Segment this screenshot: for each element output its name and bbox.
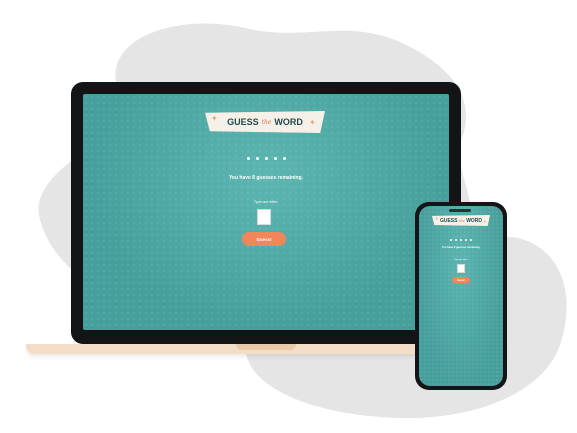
sparkle-icon: ✦	[211, 114, 218, 123]
word-slot	[273, 157, 277, 160]
laptop-notch	[236, 344, 296, 350]
phone-game-view: GUESS the WORD ✦ ✦ You have 8 guesses re…	[419, 206, 503, 386]
word-slot	[282, 157, 286, 160]
guesses-remaining-message: You have 8 guesses remaining.	[441, 246, 481, 249]
phone-speaker	[449, 209, 471, 212]
laptop-screen: GUESS the WORD ✦ ✦ You have 8 guesses re…	[83, 94, 449, 330]
word-slot	[450, 239, 452, 241]
letter-input[interactable]	[257, 209, 271, 225]
game-logo: GUESS the WORD	[432, 215, 490, 226]
word-slots	[419, 239, 503, 241]
sparkle-icon: ✦	[435, 216, 439, 221]
word-slot	[455, 239, 457, 241]
letter-input-label: Type one letter:	[253, 200, 279, 204]
game-logo: GUESS the WORD	[205, 111, 325, 133]
logo-text-guess: GUESS	[227, 117, 259, 127]
guess-button[interactable]: Guess!	[242, 232, 286, 246]
laptop-game-view: GUESS the WORD ✦ ✦ You have 8 guesses re…	[83, 94, 449, 330]
letter-input-label: Type one letter:	[454, 259, 468, 261]
sparkle-icon: ✦	[309, 118, 316, 127]
word-slots	[83, 157, 449, 160]
word-slot	[465, 239, 467, 241]
sparkle-icon: ✦	[483, 219, 487, 224]
guesses-remaining-message: You have 8 guesses remaining.	[228, 175, 304, 181]
logo-text-the: the	[261, 118, 272, 126]
word-slot	[470, 239, 472, 241]
logo-text-the: the	[458, 218, 465, 223]
phone-screen: GUESS the WORD ✦ ✦ You have 8 guesses re…	[419, 206, 503, 386]
word-slot	[246, 157, 250, 160]
letter-input[interactable]	[457, 264, 465, 273]
word-slot	[255, 157, 259, 160]
logo-text-word: WORD	[274, 117, 303, 127]
word-slot	[460, 239, 462, 241]
guess-button[interactable]: Guess!	[452, 277, 470, 283]
logo-text-guess: GUESS	[439, 217, 458, 224]
word-slot	[264, 157, 268, 160]
logo-text-word: WORD	[466, 217, 483, 224]
